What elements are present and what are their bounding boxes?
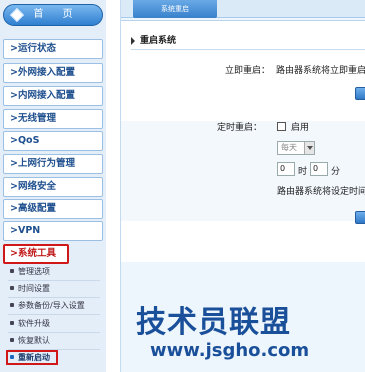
watermark-url: www.jsgho.com [150, 340, 310, 361]
menu-item-label: 无线管理 [17, 113, 56, 124]
reboot-now-label: 立即重启： [225, 66, 271, 76]
watermark-logo: 技术员联盟 [136, 305, 291, 340]
caret-icon: > [10, 43, 18, 54]
caret-icon: > [10, 225, 18, 236]
sub-item-reboot[interactable]: 重新启动 [6, 350, 58, 365]
sub-item-label: 重新启动 [18, 353, 50, 362]
caret-icon: > [10, 203, 18, 214]
divider [131, 49, 365, 50]
caret-icon: > [10, 181, 18, 192]
caret-icon: > [10, 135, 18, 146]
reboot-now-button[interactable] [355, 87, 365, 100]
menu-item-label: 上网行为管理 [17, 158, 75, 169]
hour-input[interactable]: 0 [277, 162, 295, 176]
sub-item-firmware-upgrade[interactable]: 软件升级 [6, 316, 100, 331]
reboot-now-description: 路由器系统将立即重启 [276, 66, 365, 76]
day-select[interactable]: 每天 [277, 141, 315, 155]
menu-item-system-tools[interactable]: >系统工具 [3, 244, 69, 264]
menu-item-qos[interactable]: >QoS [3, 131, 103, 151]
menu-item-run-status[interactable]: >运行状态 [3, 39, 103, 59]
sub-divider [8, 314, 100, 315]
menu-item-label: VPN [17, 225, 41, 236]
caret-icon: > [10, 90, 18, 101]
menu-item-vpn[interactable]: >VPN [3, 221, 103, 241]
content-card: 重启系统 立即重启： 路由器系统将立即重启 定时重启： 启用 每天 0 时 0 … [121, 20, 365, 262]
menu-item-label: 系统工具 [17, 248, 56, 259]
sub-item-label: 时间设置 [18, 284, 50, 293]
scheduled-section [121, 121, 365, 221]
sidebar: 首 页 >运行状态 >外网接入配置 >内网接入配置 >无线管理 >QoS >上网… [0, 0, 106, 372]
section-title: 重启系统 [131, 33, 176, 46]
hour-unit: 时 [298, 167, 308, 177]
bullet-icon [10, 303, 14, 307]
tab-system-reboot[interactable]: 系统重启 [133, 0, 217, 18]
bullet-icon [10, 321, 14, 325]
tab-strip: 系统重启 [121, 0, 365, 18]
sub-item-backup-import[interactable]: 参数备份/导入设置 [6, 298, 100, 313]
scheduled-enable-checkbox[interactable] [277, 122, 286, 131]
minute-input[interactable]: 0 [310, 162, 328, 176]
scheduled-save-button[interactable] [355, 211, 365, 224]
sub-item-time-settings[interactable]: 时间设置 [6, 281, 100, 296]
menu-item-label: 运行状态 [17, 43, 56, 54]
caret-icon: > [10, 248, 18, 259]
minute-unit: 分 [331, 167, 341, 177]
sub-item-label: 参数备份/导入设置 [18, 301, 85, 310]
sub-item-label: 管理选项 [18, 267, 50, 276]
chevron-down-icon [304, 142, 314, 154]
menu-item-wireless[interactable]: >无线管理 [3, 109, 103, 129]
home-label: 首 页 [33, 9, 81, 20]
scheduled-enable-label: 启用 [291, 123, 310, 133]
menu-item-label: 网络安全 [17, 181, 56, 192]
menu-item-label: 高级配置 [17, 203, 56, 214]
bullet-icon [10, 338, 14, 342]
scheduled-description: 路由器系统将设定时间 [277, 187, 365, 197]
home-button[interactable]: 首 页 [3, 4, 103, 26]
caret-icon: > [10, 158, 18, 169]
menu-item-label: 外网接入配置 [17, 67, 75, 78]
bullet-icon [10, 286, 14, 290]
menu-item-wan-config[interactable]: >外网接入配置 [3, 63, 103, 83]
sub-item-label: 恢复默认 [18, 336, 50, 345]
menu-item-label: QoS [17, 135, 40, 146]
day-select-value: 每天 [281, 143, 297, 152]
sub-item-label: 软件升级 [18, 319, 50, 328]
bullet-icon [10, 269, 14, 273]
bullet-icon [10, 355, 14, 359]
triangle-icon [131, 36, 135, 45]
menu-item-lan-config[interactable]: >内网接入配置 [3, 86, 103, 106]
caret-icon: > [10, 113, 18, 124]
sub-item-admin-options[interactable]: 管理选项 [6, 264, 100, 279]
sub-item-restore-default[interactable]: 恢复默认 [6, 333, 100, 348]
menu-item-advanced[interactable]: >高级配置 [3, 199, 103, 219]
menu-item-behavior[interactable]: >上网行为管理 [3, 154, 103, 174]
menu-item-security[interactable]: >网络安全 [3, 177, 103, 197]
section-title-text: 重启系统 [140, 36, 177, 46]
menu-item-label: 内网接入配置 [17, 90, 75, 101]
scheduled-reboot-label: 定时重启： [217, 123, 263, 133]
caret-icon: > [10, 67, 18, 78]
